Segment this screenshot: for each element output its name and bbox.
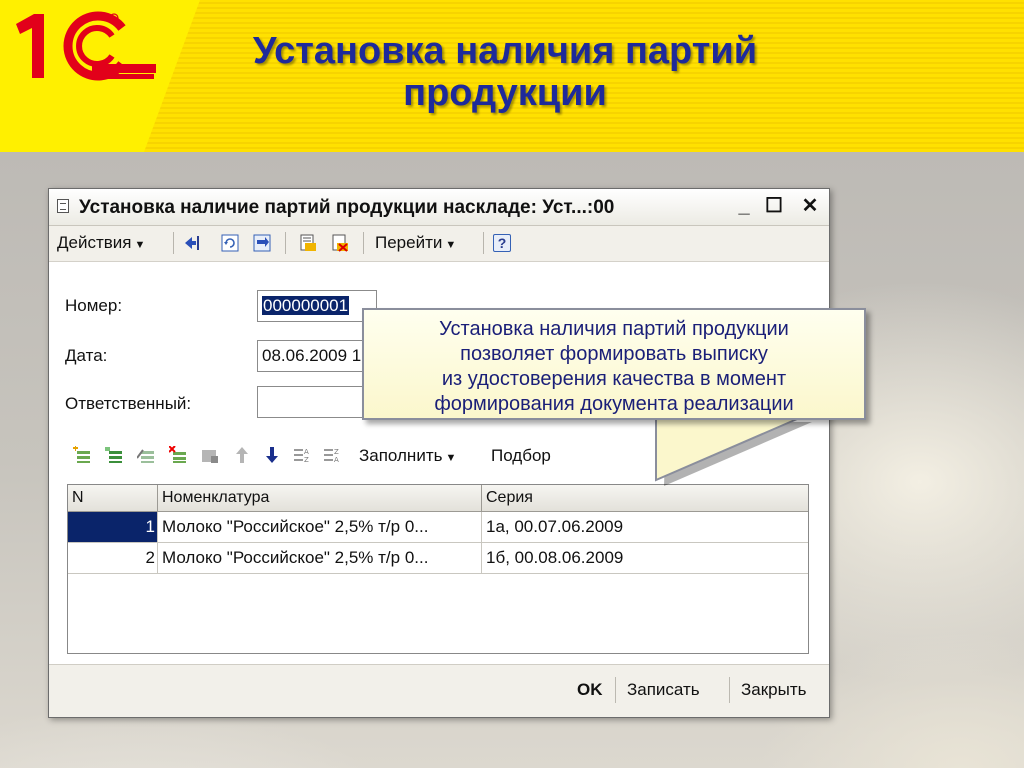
- callout-note: Установка наличия партий продукции позво…: [362, 308, 866, 420]
- add-row-icon[interactable]: [73, 446, 91, 464]
- toolbar-divider: [285, 232, 286, 254]
- transfer-icon[interactable]: [253, 234, 271, 252]
- slide-title-line2: продукции: [403, 72, 607, 114]
- refresh-icon[interactable]: [221, 234, 239, 252]
- row-number[interactable]: 2: [68, 543, 158, 573]
- move-left-icon[interactable]: [183, 234, 201, 252]
- window-titlebar[interactable]: Установка наличие партий продукции наскл…: [49, 189, 829, 226]
- window-footer: OK Записать Закрыть: [49, 664, 829, 717]
- select-button[interactable]: Подбор: [491, 444, 551, 468]
- footer-divider: [615, 677, 616, 703]
- responsible-label: Ответственный:: [65, 394, 192, 413]
- products-table: N Номенклатура Серия 1 Молоко "Российско…: [67, 484, 809, 654]
- actions-menu-label: Действия: [57, 233, 132, 252]
- number-value: 000000001: [262, 296, 350, 315]
- footer-divider: [729, 677, 730, 703]
- main-toolbar: Действия ▼ Перейти ▼ ?: [49, 226, 829, 260]
- column-header-n[interactable]: N: [68, 485, 158, 511]
- maximize-button[interactable]: ☐: [763, 195, 785, 217]
- edit-row-icon[interactable]: [137, 446, 155, 464]
- chevron-down-icon: ▼: [442, 452, 457, 464]
- document-icon: [57, 199, 69, 213]
- unpost-document-icon[interactable]: [331, 234, 349, 252]
- close-button[interactable]: Закрыть: [741, 679, 806, 701]
- end-edit-icon[interactable]: [201, 446, 219, 464]
- minimize-button[interactable]: _: [733, 195, 755, 217]
- toolbar-divider: [363, 232, 364, 254]
- copy-row-icon[interactable]: [105, 446, 123, 464]
- column-header-series[interactable]: Серия: [482, 485, 810, 511]
- toolbar-divider: [483, 232, 484, 254]
- date-label: Дата:: [65, 346, 108, 365]
- move-down-icon[interactable]: [263, 446, 281, 464]
- callout-line: Установка наличия партий продукции: [439, 318, 789, 340]
- close-window-button[interactable]: ✕: [799, 195, 821, 217]
- post-document-icon[interactable]: [299, 234, 317, 252]
- 1c-logo: [16, 11, 156, 81]
- document-window: Установка наличие партий продукции наскл…: [48, 188, 830, 718]
- svg-text:Z: Z: [334, 448, 339, 456]
- svg-text:A: A: [334, 456, 339, 464]
- slide-header: Установка наличия партий продукции: [0, 0, 1024, 154]
- move-up-icon[interactable]: [233, 446, 251, 464]
- chevron-down-icon: ▼: [131, 239, 146, 251]
- goto-menu-label: Перейти: [375, 233, 443, 252]
- callout-line: позволяет формировать выписку: [460, 343, 768, 365]
- table-header: N Номенклатура Серия: [68, 485, 808, 512]
- callout-line: из удостоверения качества в момент: [441, 368, 787, 390]
- goto-menu[interactable]: Перейти ▼: [375, 232, 456, 254]
- table-row[interactable]: 2 Молоко "Российское" 2,5% т/р 0... 1б, …: [68, 543, 808, 574]
- slide-title-line1: Установка наличия партий: [252, 30, 758, 72]
- svg-text:A: A: [304, 448, 309, 456]
- actions-menu[interactable]: Действия ▼: [57, 232, 145, 254]
- row-nomenclature[interactable]: Молоко "Российское" 2,5% т/р 0...: [158, 543, 482, 573]
- help-icon[interactable]: ?: [493, 234, 511, 252]
- row-number[interactable]: 1: [68, 512, 158, 542]
- row-series[interactable]: 1а, 00.07.06.2009: [482, 512, 808, 542]
- toolbar-divider: [173, 232, 174, 254]
- row-series[interactable]: 1б, 00.08.06.2009: [482, 543, 808, 573]
- number-field[interactable]: 000000001: [257, 290, 377, 322]
- callout-line: формирования документа реализации: [434, 393, 794, 415]
- column-header-nomenclature[interactable]: Номенклатура: [158, 485, 482, 511]
- save-button[interactable]: Записать: [627, 679, 700, 701]
- table-toolbar: AZ ZA Заполнить ▼ Подбор: [67, 444, 627, 468]
- ok-button[interactable]: OK: [577, 679, 603, 701]
- fill-menu[interactable]: Заполнить ▼: [359, 444, 456, 470]
- sort-descending-icon[interactable]: ZA: [323, 446, 341, 464]
- date-field[interactable]: 08.06.2009 1: [257, 340, 377, 372]
- svg-text:Z: Z: [304, 456, 309, 464]
- chevron-down-icon: ▼: [442, 239, 457, 251]
- row-nomenclature[interactable]: Молоко "Российское" 2,5% т/р 0...: [158, 512, 482, 542]
- slide-title: Установка наличия партий продукции: [180, 30, 830, 114]
- table-row[interactable]: 1 Молоко "Российское" 2,5% т/р 0... 1а, …: [68, 512, 808, 543]
- sort-ascending-icon[interactable]: AZ: [293, 446, 311, 464]
- number-label: Номер:: [65, 296, 123, 315]
- window-title: Установка наличие партий продукции наскл…: [79, 197, 615, 218]
- delete-row-icon[interactable]: [169, 446, 187, 464]
- fill-menu-label: Заполнить: [359, 446, 443, 465]
- responsible-field[interactable]: [257, 386, 377, 418]
